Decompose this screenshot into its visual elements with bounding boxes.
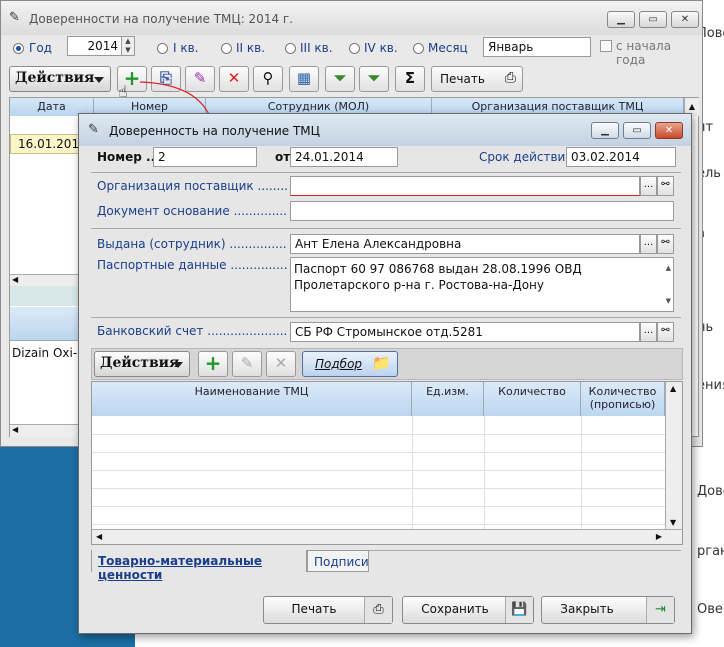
grid-row-line [92,488,665,489]
print-button[interactable]: Печать ⎙ [263,596,393,624]
divider [91,317,681,318]
grid-row-line [92,506,665,507]
printer-icon: ⎙ [364,597,392,623]
save-button[interactable]: Сохранить 💾 [402,596,534,624]
col-header-quantity-words[interactable]: Количество (прописью) [581,382,665,416]
scroll-left-icon[interactable]: ◀ [96,532,102,541]
bank-select-button[interactable]: ... [640,322,657,342]
grid-row-line [92,452,665,453]
supplier-open-icon[interactable]: ⚯ [657,176,674,196]
dialog-maximize-button[interactable]: ▭ [623,122,651,139]
from-label: от [275,150,291,164]
supplier-input[interactable] [290,176,640,196]
scroll-up-icon[interactable]: ▲ [666,260,671,276]
print-button-label: Печать [291,602,337,616]
tab-goods[interactable]: Товарно-материальные ценности [91,550,307,582]
items-add-button[interactable]: + [198,351,228,377]
grid-col-line [412,416,413,529]
grid-row-line [92,434,665,435]
exit-door-icon: ⇥ [646,597,674,623]
basis-label: Документ основание ................. [97,204,287,218]
col-header-item-name[interactable]: Наименование ТМЦ [92,382,412,416]
number-input[interactable]: 2 [153,147,257,167]
items-grid: Наименование ТМЦ Ед.изм. Количество Коли… [91,381,683,545]
supplier-select-button[interactable]: ... [640,176,657,196]
tab-signatures[interactable]: Подписи [307,550,369,572]
vertical-scrollbar[interactable]: ▲ ▼ [665,382,682,529]
issued-open-icon[interactable]: ⚯ [657,234,674,254]
bank-open-icon[interactable]: ⚯ [657,322,674,342]
items-edit-icon[interactable]: ✎ [232,351,262,377]
validity-input[interactable]: 03.02.2014 [566,147,676,167]
col-header-quantity[interactable]: Количество [484,382,581,416]
chevron-down-icon [173,362,183,368]
supplier-label: Организация поставщик ................. [97,179,287,193]
tab-line [369,550,681,551]
issued-select-button[interactable]: ... [640,234,657,254]
bank-input[interactable]: СБ РФ Стромынское отд.5281 [290,322,640,342]
passport-label: Паспортные данные ............... [97,258,287,272]
items-actions-button[interactable]: Действия [94,351,190,377]
divider [91,228,681,229]
issued-input[interactable]: Ант Елена Александровна [290,234,640,254]
scroll-down-icon[interactable]: ▼ [670,518,676,527]
power-of-attorney-dialog: ✎ Доверенность на получение ТМЦ ▁ ▭ ✕ Но… [78,113,692,634]
grid-col-line [484,416,485,529]
scroll-right-icon[interactable]: ▶ [656,532,662,541]
pick-label: Подбор [315,357,363,371]
validity-label: Срок действия [479,150,573,164]
grid-row-line [92,524,665,525]
scroll-up-icon[interactable]: ▲ [670,384,676,393]
document-sign-icon: ✎ [88,122,99,137]
items-delete-button[interactable]: ✕ [266,351,296,377]
bank-label: Банковский счет ....................... [97,324,287,338]
dialog-title: Доверенность на получение ТМЦ [109,124,320,138]
issued-label: Выдана (сотрудник) ............... [97,237,287,251]
folder-hand-icon: 📁 [372,354,391,372]
pick-button[interactable]: Подбор 📁 [302,351,398,377]
close-dialog-button[interactable]: Закрыть ⇥ [541,596,675,624]
save-disk-icon: 💾 [505,597,533,623]
scroll-down-icon[interactable]: ▼ [666,293,671,309]
passport-textarea[interactable]: Паспорт 60 97 086768 выдан 28.08.1996 ОВ… [290,257,674,312]
hand-cursor-icon: ☝ [118,82,128,101]
dialog-minimize-button[interactable]: ▁ [591,122,619,139]
items-toolbar: Действия + ✎ ✕ Подбор 📁 [91,348,683,380]
passport-text: Паспорт 60 97 086768 выдан 28.08.1996 ОВ… [294,262,582,292]
save-button-label: Сохранить [421,602,489,616]
horizontal-scrollbar[interactable]: ◀ ▶ [92,529,682,544]
date-input[interactable]: 24.01.2014 [290,147,398,167]
items-actions-label: Действия [100,355,180,371]
col-header-unit[interactable]: Ед.изм. [412,382,484,416]
basis-input[interactable] [290,201,674,221]
dialog-close-button[interactable]: ✕ [655,122,683,139]
divider [91,172,681,173]
dialog-title-bar[interactable]: ✎ Доверенность на получение ТМЦ ▁ ▭ ✕ [79,114,691,146]
grid-col-line [581,416,582,529]
close-button-label: Закрыть [560,602,614,616]
grid-row-line [92,470,665,471]
